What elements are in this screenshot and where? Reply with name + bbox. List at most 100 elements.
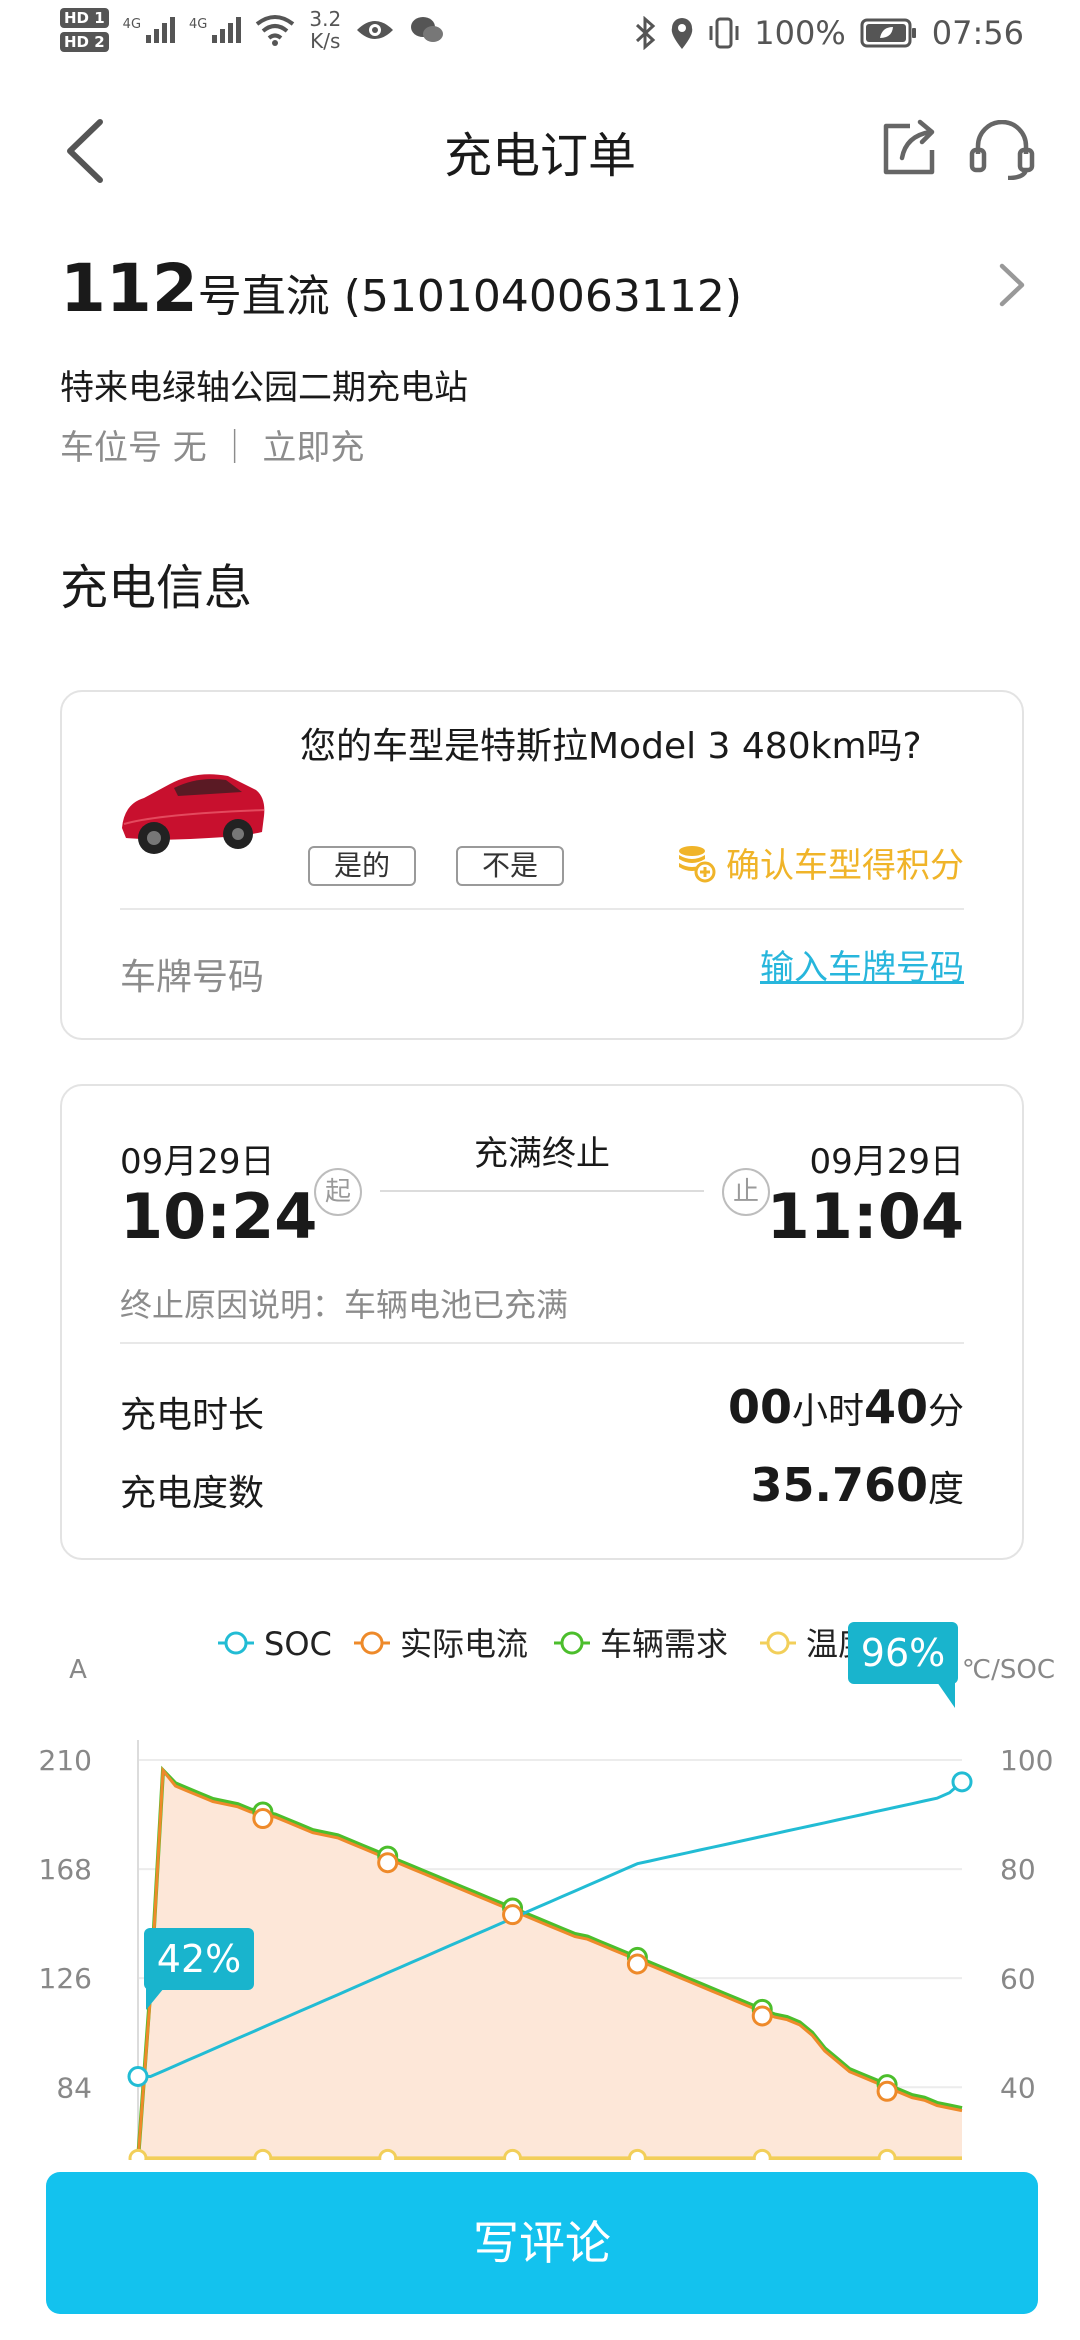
- enter-plate-link[interactable]: 输入车牌号码: [760, 940, 964, 989]
- legend-marker: [360, 1631, 384, 1655]
- clock: 07:56: [931, 14, 1024, 52]
- temperature-marker: [503, 2148, 523, 2160]
- chevron-right-icon[interactable]: [994, 262, 1028, 308]
- speed-value: 3.2: [309, 7, 342, 31]
- legend-label: SOC: [264, 1625, 332, 1663]
- start-marker: 起: [314, 1168, 362, 1216]
- station-number: 112: [60, 250, 198, 327]
- station-name: 特来电绿轴公园二期充电站: [60, 368, 468, 408]
- right-tick-label: 100: [1000, 1744, 1053, 1777]
- network-speed: 3.2 K/s: [309, 8, 341, 52]
- left-tick-label: 84: [56, 2071, 92, 2104]
- bluetooth-icon: [636, 16, 656, 50]
- current-marker: [252, 1808, 274, 1830]
- signal-1-icon: 4G: [122, 17, 176, 43]
- duration-label: 充电时长: [120, 1395, 265, 1436]
- legend-marker: [560, 1631, 584, 1655]
- network-1-label: 4G: [122, 17, 142, 32]
- duration-value: 00小时40分: [728, 1380, 964, 1434]
- legend-label: 实际电流: [400, 1625, 528, 1663]
- status-left: HD 1 HD 2 4G 4G 3.2 K/s: [60, 8, 445, 52]
- duration-minutes: 40: [863, 1380, 928, 1434]
- points-label: 确认车型得积分: [726, 846, 964, 886]
- duration-hours-unit: 小时: [791, 1391, 864, 1432]
- temperature-marker: [128, 2148, 148, 2160]
- energy-unit: 度: [927, 1469, 964, 1510]
- left-tick-label: 126: [39, 1962, 92, 1995]
- card-divider: [120, 908, 964, 910]
- soc-end-callout-tip: [937, 1682, 955, 1708]
- station-code: (5101040063112): [343, 271, 743, 322]
- legend-marker: [766, 1631, 790, 1655]
- points-hint: 确认车型得积分: [676, 838, 964, 887]
- car-image: [122, 774, 265, 854]
- right-axis-label: ℃/SOC: [962, 1655, 1055, 1685]
- chart-svg: SOC 实际电流 车辆需求 温度A ℃/SOC210168126841008060404…: [39, 1622, 1055, 2160]
- coins-icon: [679, 845, 716, 882]
- temperature-marker: [378, 2148, 398, 2160]
- temperature-marker: [627, 2148, 647, 2160]
- network-2-label: 4G: [189, 17, 208, 32]
- energy-number: 35.760: [750, 1458, 928, 1512]
- duration-minutes-unit: 分: [927, 1391, 964, 1432]
- energy-label: 充电度数: [120, 1473, 265, 1514]
- temperature-marker: [253, 2148, 273, 2160]
- hd2-badge: HD 2: [60, 32, 109, 52]
- station-title[interactable]: 112 号直流 (5101040063112): [60, 250, 742, 327]
- speed-unit: K/s: [310, 29, 341, 53]
- energy-value: 35.760度: [750, 1458, 964, 1512]
- hd1-badge: HD 1: [60, 8, 109, 28]
- left-axis-label: A: [69, 1655, 87, 1685]
- soc-start-marker: [127, 2066, 149, 2088]
- current-marker: [751, 2005, 773, 2027]
- soc-end-marker: [951, 1771, 973, 1793]
- location-icon: [672, 18, 693, 49]
- soc-start-callout-label: 42%: [157, 1937, 241, 1981]
- right-tick-label: 40: [1000, 2071, 1036, 2104]
- charging-chart[interactable]: SOC 实际电流 车辆需求 温度 A ℃/SOC 210 168 126 84 100 80 60 40 4…: [0, 1600, 1080, 2160]
- charging-time-card: 09月29日 10:24 充满终止 起 止 09月29日 11:04 终止原因说…: [60, 1084, 1024, 1560]
- station-type: 号直流: [197, 271, 330, 322]
- soc-end-callout-label: 96%: [861, 1631, 945, 1675]
- battery-percent: 100%: [754, 14, 846, 52]
- headset-icon[interactable]: [968, 120, 1036, 180]
- eye-icon: [357, 21, 394, 39]
- confirm-no-button[interactable]: 不是: [456, 846, 564, 886]
- right-tick-label: 60: [1000, 1962, 1036, 1995]
- current-marker: [377, 1852, 399, 1874]
- left-tick-label: 168: [39, 1853, 92, 1886]
- wifi-icon: [256, 15, 295, 46]
- plate-label: 车牌号码: [120, 957, 265, 998]
- current-marker: [502, 1904, 524, 1926]
- stop-reason: 终止原因说明：车辆电池已充满: [120, 1286, 569, 1324]
- section-title: 充电信息: [60, 560, 253, 616]
- share-icon[interactable]: [880, 118, 940, 178]
- soc-end-callout: 96%: [848, 1622, 958, 1708]
- current-marker: [876, 2080, 898, 2102]
- legend-marker: [224, 1631, 248, 1655]
- vibrate-icon: [709, 17, 739, 49]
- card-divider: [120, 1342, 964, 1344]
- status-bar: HD 1 HD 2 4G 4G 3.2 K/s 100% 07:56: [0, 0, 1080, 72]
- legend-label: 车辆需求: [600, 1625, 728, 1663]
- nav-bar: 充电订单: [0, 96, 1080, 206]
- battery-icon: [860, 18, 916, 48]
- temperature-marker: [752, 2148, 772, 2160]
- current-marker: [626, 1953, 648, 1975]
- start-time: 10:24: [120, 1180, 318, 1253]
- wechat-icon: [411, 17, 444, 42]
- end-time: 11:04: [766, 1180, 964, 1253]
- status-right: 100% 07:56: [634, 14, 1024, 52]
- car-model-card: 您的车型是特斯拉Model 3 480km吗? 是的 不是 确认车型得积分 车牌…: [60, 690, 1024, 1040]
- duration-hours: 00: [727, 1380, 792, 1434]
- end-date: 09月29日: [809, 1142, 964, 1182]
- left-tick-label: 210: [39, 1744, 92, 1777]
- hd-badges: HD 1 HD 2: [60, 8, 109, 52]
- station-meta: 车位号 无 ｜ 立即充: [60, 428, 365, 468]
- car-model-question: 您的车型是特斯拉Model 3 480km吗?: [300, 726, 922, 767]
- signal-2-icon: 4G: [189, 17, 242, 43]
- write-review-button[interactable]: 写评论: [46, 2172, 1038, 2314]
- time-connector-line: [380, 1190, 704, 1192]
- end-marker: 止: [722, 1168, 770, 1216]
- confirm-yes-button[interactable]: 是的: [308, 846, 416, 886]
